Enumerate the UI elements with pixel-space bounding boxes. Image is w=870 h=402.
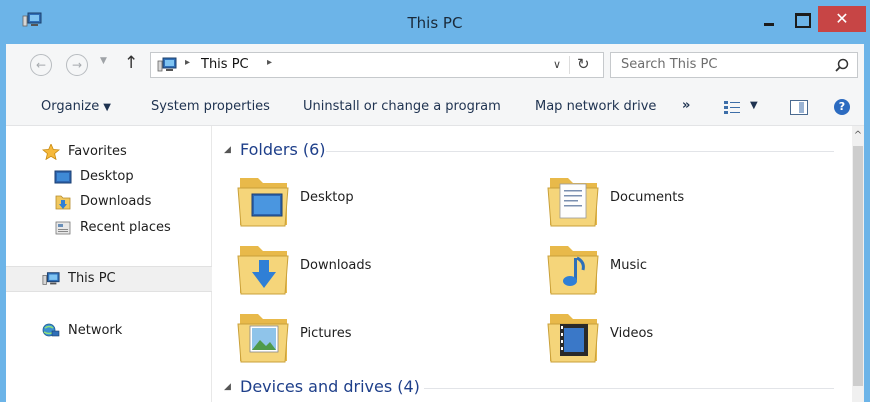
sidebar-item-favorites[interactable]: Favorites bbox=[6, 140, 212, 164]
folder-label: Desktop bbox=[300, 190, 354, 205]
breadcrumb-separator-icon[interactable]: ▸ bbox=[185, 57, 190, 68]
star-icon bbox=[42, 144, 60, 160]
sidebar-item-label: This PC bbox=[68, 271, 116, 286]
sidebar-item-label: Downloads bbox=[80, 194, 152, 209]
maximize-button[interactable] bbox=[786, 6, 816, 32]
group-divider bbox=[424, 388, 834, 389]
scroll-up-icon[interactable]: ^ bbox=[852, 130, 864, 141]
folder-item-music[interactable]: Music bbox=[546, 238, 826, 298]
sidebar-item-label: Favorites bbox=[68, 144, 127, 159]
search-input[interactable]: Search This PC bbox=[610, 52, 858, 78]
up-button[interactable]: ↑ bbox=[124, 53, 138, 73]
view-options-icon[interactable] bbox=[724, 100, 740, 114]
sidebar-item-label: Recent places bbox=[80, 220, 171, 235]
recent-locations-button[interactable]: ▼ bbox=[100, 56, 107, 66]
help-icon[interactable]: ? bbox=[834, 99, 850, 115]
preview-pane-icon[interactable] bbox=[790, 100, 808, 115]
computer-icon bbox=[157, 57, 177, 72]
breadcrumb-separator-icon[interactable]: ▸ bbox=[267, 57, 272, 68]
system-properties-button[interactable]: System properties bbox=[151, 99, 270, 114]
uninstall-program-button[interactable]: Uninstall or change a program bbox=[303, 99, 501, 114]
map-network-drive-button[interactable]: Map network drive bbox=[535, 99, 656, 114]
minimize-button[interactable] bbox=[754, 6, 784, 32]
command-bar: Organize ▼ System properties Uninstall or… bbox=[6, 88, 864, 126]
forward-button[interactable]: → bbox=[66, 54, 88, 76]
pictures-folder-icon bbox=[237, 314, 289, 363]
explorer-window: This PC ✕ ← → ▼ ↑ ▸ This PC ▸ ∨ ↻ Search… bbox=[0, 0, 870, 402]
scroll-thumb[interactable] bbox=[853, 146, 863, 386]
sidebar-item-this-pc[interactable]: This PC bbox=[6, 266, 212, 292]
navigation-pane: Favorites Desktop Downloads Recent place… bbox=[6, 126, 212, 402]
content-pane: ◢ Folders (6) Desktop Documents Download… bbox=[212, 126, 852, 402]
recent-places-icon bbox=[55, 221, 71, 235]
folder-label: Pictures bbox=[300, 326, 352, 341]
back-button[interactable]: ← bbox=[30, 54, 52, 76]
sidebar-item-network[interactable]: Network bbox=[6, 319, 212, 343]
folder-label: Downloads bbox=[300, 258, 372, 273]
desktop-folder-icon bbox=[237, 178, 289, 227]
folder-item-desktop[interactable]: Desktop bbox=[236, 170, 516, 230]
downloads-icon bbox=[55, 195, 71, 210]
folder-label: Videos bbox=[610, 326, 654, 341]
folder-item-videos[interactable]: Videos bbox=[546, 306, 826, 366]
downloads-folder-icon bbox=[237, 246, 289, 295]
group-title: Folders (6) bbox=[240, 140, 326, 159]
sidebar-item-desktop[interactable]: Desktop bbox=[6, 165, 212, 189]
group-divider bbox=[326, 151, 834, 152]
address-bar[interactable]: ▸ This PC ▸ ∨ ↻ bbox=[150, 52, 604, 78]
chevron-down-icon: ▼ bbox=[103, 102, 111, 113]
computer-icon bbox=[42, 272, 60, 285]
navigation-bar: ← → ▼ ↑ ▸ This PC ▸ ∨ ↻ Search This PC bbox=[6, 44, 864, 88]
sidebar-item-recent-places[interactable]: Recent places bbox=[6, 216, 212, 240]
network-icon bbox=[42, 323, 60, 337]
search-icon[interactable] bbox=[835, 58, 849, 72]
folder-item-documents[interactable]: Documents bbox=[546, 170, 826, 230]
folder-item-downloads[interactable]: Downloads bbox=[236, 238, 516, 298]
folder-item-pictures[interactable]: Pictures bbox=[236, 306, 516, 366]
vertical-scrollbar[interactable]: ^ bbox=[852, 126, 864, 402]
sidebar-item-label: Desktop bbox=[80, 169, 134, 184]
folders-group-header[interactable]: ◢ Folders (6) bbox=[224, 139, 844, 161]
videos-folder-icon bbox=[547, 314, 599, 363]
search-placeholder: Search This PC bbox=[621, 57, 718, 72]
view-dropdown-icon[interactable]: ▼ bbox=[750, 100, 758, 111]
collapse-icon[interactable]: ◢ bbox=[224, 382, 231, 392]
collapse-icon[interactable]: ◢ bbox=[224, 145, 231, 155]
group-title: Devices and drives (4) bbox=[240, 377, 420, 396]
organize-button[interactable]: Organize ▼ bbox=[41, 99, 111, 114]
close-button[interactable]: ✕ bbox=[818, 6, 866, 32]
folder-label: Music bbox=[610, 258, 647, 273]
window-title: This PC bbox=[407, 14, 463, 32]
sidebar-item-downloads[interactable]: Downloads bbox=[6, 190, 212, 214]
organize-label: Organize bbox=[41, 99, 100, 114]
devices-group-header[interactable]: ◢ Devices and drives (4) bbox=[224, 376, 844, 398]
address-divider bbox=[569, 56, 570, 74]
desktop-icon bbox=[54, 170, 72, 184]
refresh-icon[interactable]: ↻ bbox=[577, 55, 590, 73]
sidebar-item-label: Network bbox=[68, 323, 123, 338]
title-bar[interactable]: This PC ✕ bbox=[0, 0, 870, 44]
documents-folder-icon bbox=[547, 178, 599, 227]
breadcrumb-this-pc[interactable]: This PC bbox=[201, 57, 249, 72]
close-icon: ✕ bbox=[835, 9, 849, 28]
more-commands-button[interactable]: » bbox=[682, 98, 690, 113]
music-folder-icon bbox=[547, 246, 599, 295]
folder-label: Documents bbox=[610, 190, 685, 205]
address-dropdown-icon[interactable]: ∨ bbox=[553, 58, 561, 71]
